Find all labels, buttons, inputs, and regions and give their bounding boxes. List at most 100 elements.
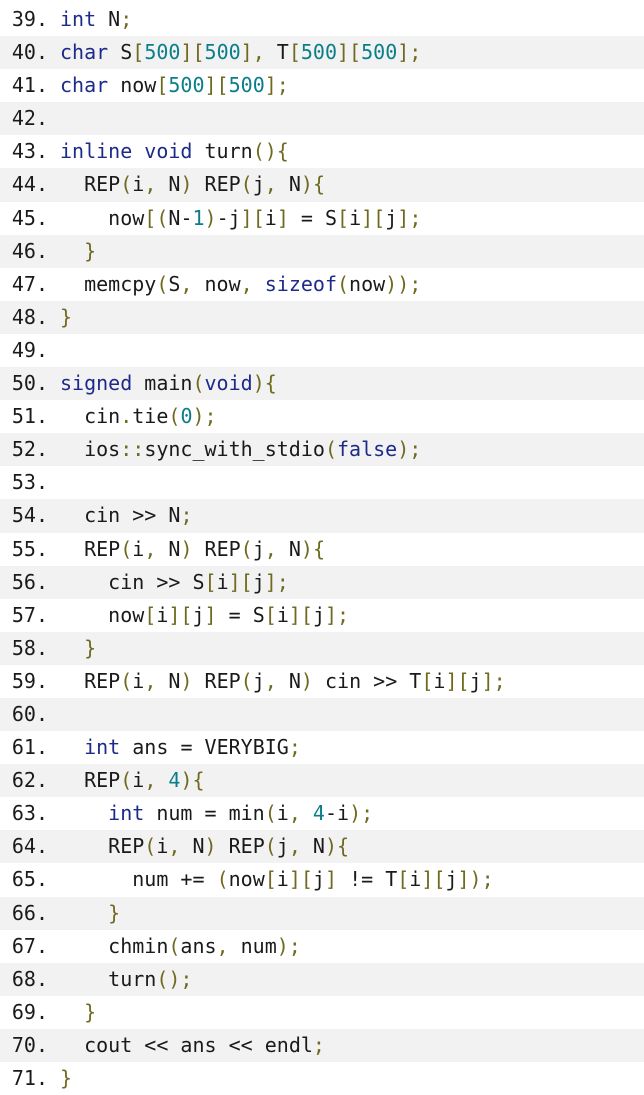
code-token: i: [132, 768, 145, 793]
code-token: ;: [180, 503, 193, 528]
code-line: 59. REP(i, N) REP(j, N) cin >> T[i][j];: [0, 664, 644, 698]
code-token: [: [204, 569, 217, 594]
code-token: ans: [168, 1032, 229, 1057]
code-token: i: [216, 569, 229, 594]
code-line: 60.: [0, 697, 644, 732]
code-text: REP(i, N) REP(j, N){: [60, 533, 644, 566]
code-token: turn: [60, 966, 157, 991]
code-token: }: [84, 999, 97, 1024]
code-token: now: [228, 867, 265, 892]
code-token: j: [469, 668, 482, 693]
code-token: (: [120, 668, 133, 693]
code-token: j: [276, 834, 289, 859]
code-token: =: [180, 735, 193, 760]
code-token: ,: [144, 172, 157, 197]
code-token: ): [204, 205, 217, 230]
code-token: i: [337, 801, 350, 826]
code-token: ans: [180, 933, 217, 958]
code-token: cin: [60, 503, 133, 528]
code-token: ][: [204, 73, 229, 98]
code-token: i: [132, 536, 145, 561]
code-text: now[i][j] = S[i][j];: [60, 599, 644, 632]
code-token: inline: [60, 139, 133, 164]
code-token: ,: [216, 933, 229, 958]
code-line: 45. now[(N-1)-j][i] = S[i][j];: [0, 201, 644, 235]
line-number: 45.: [11, 205, 48, 230]
code-token: 4: [312, 801, 325, 826]
code-text: cin.tie(0);: [60, 400, 644, 433]
code-line: 44. REP(i, N) REP(j, N){: [0, 168, 644, 202]
code-token: S: [108, 40, 133, 65]
code-token: void: [144, 139, 193, 164]
line-number: 71.: [11, 1066, 48, 1090]
code-token: REP: [60, 172, 121, 197]
code-token: REP: [192, 668, 241, 693]
code-view: 39. int N; 40. char S[500][500], T[500][500…: [0, 0, 644, 1095]
code-token: 1: [192, 205, 205, 230]
code-token: );: [397, 437, 422, 462]
code-text: }: [60, 897, 644, 930]
code-token: VERYBIG: [192, 735, 289, 760]
code-token: num: [228, 933, 277, 958]
code-token: [(: [144, 205, 169, 230]
code-text: int num = min(i, 4-i);: [60, 797, 644, 830]
code-token: (: [144, 834, 157, 859]
code-text: }: [60, 632, 644, 665]
code-token: char: [60, 73, 109, 98]
code-token: =: [228, 602, 241, 627]
code-line: 43. inline void turn(){: [0, 135, 644, 169]
code-text: turn();: [60, 963, 644, 996]
code-token: [: [144, 602, 157, 627]
code-token: ][: [240, 205, 265, 230]
code-token: N: [156, 503, 181, 528]
code-line: 71.}: [0, 1062, 644, 1095]
code-text: num += (now[i][j] != T[i][j]);: [60, 863, 644, 896]
line-number: 47.: [11, 271, 48, 296]
code-token: ][: [288, 602, 313, 627]
code-token: memcpy: [60, 271, 157, 296]
code-token: int: [108, 801, 145, 826]
code-line: 66. }: [0, 896, 644, 930]
code-token: i: [409, 867, 422, 892]
code-token: N: [300, 834, 325, 859]
line-number: 69.: [11, 999, 48, 1024]
code-line: 54. cin >> N;: [0, 499, 644, 533]
code-token: ,: [168, 834, 181, 859]
code-token: i: [156, 834, 169, 859]
code-token: (){: [252, 139, 289, 164]
code-token: char: [60, 40, 109, 65]
code-token: );: [349, 801, 374, 826]
code-token: i: [349, 205, 362, 230]
code-token: ];: [264, 569, 289, 594]
code-token: N: [156, 536, 181, 561]
code-token: (: [168, 404, 181, 429]
code-line: 67. chmin(ans, num);: [0, 929, 644, 963]
code-token: ,: [144, 668, 157, 693]
code-token: S: [312, 205, 338, 230]
code-token: REP: [216, 834, 265, 859]
code-token: tie: [132, 404, 169, 429]
code-token: 500: [168, 73, 205, 98]
line-number: 57.: [11, 602, 48, 627]
code-token: ,: [144, 768, 157, 793]
code-token: i: [276, 867, 289, 892]
code-line: 70. cout << ans << endl;: [0, 1028, 644, 1062]
code-token: ]);: [457, 867, 494, 892]
code-token: (: [120, 536, 133, 561]
code-token: ;: [288, 735, 301, 760]
code-token: ,: [288, 834, 301, 859]
code-line: 51. cin.tie(0);: [0, 400, 644, 434]
code-token: main: [132, 371, 193, 396]
code-text: ios::sync_with_stdio(false);: [60, 433, 644, 466]
code-line: 50. signed main(void){: [0, 367, 644, 401]
code-token: REP: [60, 768, 121, 793]
code-line: 39. int N;: [0, 3, 644, 37]
code-token: min: [216, 801, 265, 826]
code-token: ): [180, 668, 193, 693]
code-token: ): [300, 668, 313, 693]
